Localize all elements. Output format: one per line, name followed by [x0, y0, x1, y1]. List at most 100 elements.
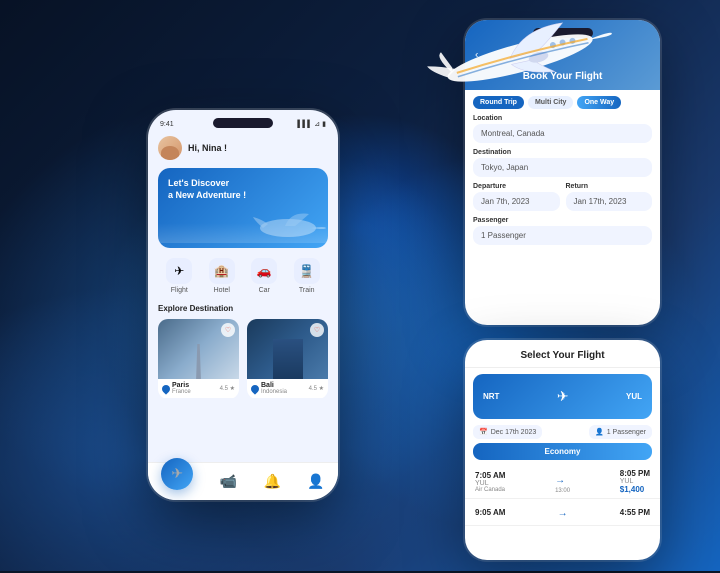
flight2-dep-time: 9:05 AM	[475, 508, 505, 517]
destination-cards: ♡ Paris France 4.5 ★ ♡	[158, 319, 328, 399]
hero-line1: Let's Discover	[168, 178, 246, 190]
passenger-label: Passenger	[473, 217, 652, 224]
route-from: NRT	[483, 392, 499, 401]
bali-country: Indonesia	[261, 389, 287, 395]
departure-field: Departure Jan 7th, 2023	[473, 183, 560, 211]
flight-date: Dec 17th 2023	[491, 429, 537, 436]
bottom-navigation: ✈ 📹 🔔 👤	[148, 462, 338, 500]
nav-item-profile[interactable]: 👤	[307, 473, 324, 490]
flight1-arrival: 8:05 PM YUL $1,400	[620, 469, 650, 494]
dates-row: Departure Jan 7th, 2023 Return Jan 17th,…	[473, 183, 652, 217]
destination-label: Destination	[473, 149, 652, 156]
eiffel-tower	[193, 344, 205, 379]
explore-title: Explore Destination	[158, 304, 328, 313]
flight1-dep-time: 7:05 AM	[475, 471, 505, 480]
route-plane-icon: ✈	[557, 388, 569, 405]
passenger-icon: 👤	[595, 428, 604, 436]
avatar	[158, 136, 182, 160]
bali-rating: 4.5 ★	[309, 385, 324, 392]
return-label: Return	[566, 183, 653, 190]
hotel-icon: 🏨	[209, 258, 235, 284]
car-label: Car	[259, 287, 270, 294]
select-back-button[interactable]: ‹	[475, 348, 478, 359]
flight2-arrow: →	[558, 503, 568, 521]
paris-heart[interactable]: ♡	[221, 323, 235, 337]
flight-icon: ✈	[166, 258, 192, 284]
hero-banner[interactable]: Let's Discover a New Adventure !	[158, 168, 328, 248]
flight-row-2[interactable]: 9:05 AM → 4:55 PM	[465, 499, 660, 526]
paris-country: France	[172, 389, 191, 395]
car-icon: 🚗	[251, 258, 277, 284]
flight1-arrow: → 13:00	[555, 470, 570, 494]
flight-route-banner: NRT ✈ YUL	[473, 374, 652, 419]
flight-row-1[interactable]: 7:05 AM YUL Air Canada → 13:00 8:05 PM Y…	[465, 465, 660, 499]
nav-item-notifications[interactable]: 🔔	[263, 473, 280, 490]
nav-item-flight[interactable]: ✈	[161, 474, 193, 490]
location-input[interactable]: Montreal, Canada	[473, 124, 652, 143]
flight-date-item[interactable]: 📅 Dec 17th 2023	[473, 425, 542, 439]
calendar-icon: 📅	[479, 428, 488, 436]
categories: ✈ Flight 🏨 Hotel 🚗 Car 🚆 Train	[158, 258, 328, 294]
bali-info: Bali Indonesia 4.5 ★	[247, 379, 328, 398]
departure-label: Departure	[473, 183, 560, 190]
phone-main: 9:41 ▌▌▌ ⊿ ▮ Hi, Nina ! Let's Discover a…	[148, 110, 338, 500]
location-label: Location	[473, 115, 652, 122]
paris-info: Paris France 4.5 ★	[158, 379, 239, 398]
return-input[interactable]: Jan 17th, 2023	[566, 192, 653, 211]
train-icon: 🚆	[294, 258, 320, 284]
flight2-departure: 9:05 AM	[475, 508, 505, 517]
destination-input[interactable]: Tokyo, Japan	[473, 158, 652, 177]
paris-name: Paris	[172, 382, 191, 389]
hotel-label: Hotel	[214, 287, 230, 294]
tab-multi-city[interactable]: Multi City	[528, 96, 574, 109]
flight2-arr-time: 4:55 PM	[620, 508, 650, 517]
destination-bali[interactable]: ♡ Bali Indonesia 4.5 ★	[247, 319, 328, 399]
flight-passengers: 1 Passenger	[607, 429, 646, 436]
flight-passengers-item[interactable]: 👤 1 Passenger	[589, 425, 652, 439]
avatar-body	[161, 146, 179, 160]
bali-name: Bali	[261, 382, 287, 389]
flight1-price: $1,400	[620, 485, 650, 494]
status-time-main: 9:41	[160, 121, 174, 128]
destination-paris[interactable]: ♡ Paris France 4.5 ★	[158, 319, 239, 399]
passenger-field: Passenger 1 Passenger	[473, 217, 652, 245]
category-flight[interactable]: ✈ Flight	[166, 258, 192, 294]
paris-rating: 4.5 ★	[220, 385, 235, 392]
bali-location-dot	[249, 383, 260, 394]
nav-item-video[interactable]: 📹	[220, 473, 237, 490]
flight1-departure: 7:05 AM YUL Air Canada	[475, 471, 505, 493]
phone-select: ‹ Select Your Flight NRT ✈ YUL 📅 Dec 17t…	[465, 340, 660, 560]
route-to: YUL	[626, 392, 642, 401]
status-icons-main: ▌▌▌ ⊿ ▮	[297, 120, 326, 128]
nav-active-flight: ✈	[161, 458, 193, 490]
bali-heart[interactable]: ♡	[310, 323, 324, 337]
train-label: Train	[299, 287, 315, 294]
bali-image: ♡	[247, 319, 328, 379]
tab-one-way[interactable]: One Way	[577, 96, 621, 109]
flight1-arr-code: YUL	[620, 478, 650, 485]
hero-clouds	[158, 223, 328, 243]
hero-line2: a New Adventure !	[168, 190, 246, 202]
category-car[interactable]: 🚗 Car	[251, 258, 277, 294]
departure-input[interactable]: Jan 7th, 2023	[473, 192, 560, 211]
category-train[interactable]: 🚆 Train	[294, 258, 320, 294]
scene: 9:41 ▌▌▌ ⊿ ▮ Hi, Nina ! Let's Discover a…	[0, 0, 720, 571]
bali-building	[273, 339, 303, 379]
flight-info-bar: 📅 Dec 17th 2023 👤 1 Passenger	[465, 425, 660, 439]
category-hotel[interactable]: 🏨 Hotel	[209, 258, 235, 294]
hero-text: Let's Discover a New Adventure !	[168, 178, 246, 201]
flight1-airline: Air Canada	[475, 487, 505, 493]
app-header: Hi, Nina !	[158, 136, 328, 160]
phone-notch	[213, 118, 273, 128]
phone-content: Hi, Nina ! Let's Discover a New Adventur…	[148, 132, 338, 399]
flight1-duration: 13:00	[555, 488, 570, 494]
booking-form: Location Montreal, Canada Destination To…	[465, 115, 660, 245]
select-title: Select Your Flight	[520, 350, 604, 361]
flight1-arr-time: 8:05 PM	[620, 469, 650, 478]
flight1-direction-icon: →	[555, 475, 565, 486]
paris-image: ♡	[158, 319, 239, 379]
economy-tab[interactable]: Economy	[473, 443, 652, 460]
paris-location-dot	[160, 383, 171, 394]
wifi-icon: ⊿	[314, 120, 320, 128]
passenger-input[interactable]: 1 Passenger	[473, 226, 652, 245]
